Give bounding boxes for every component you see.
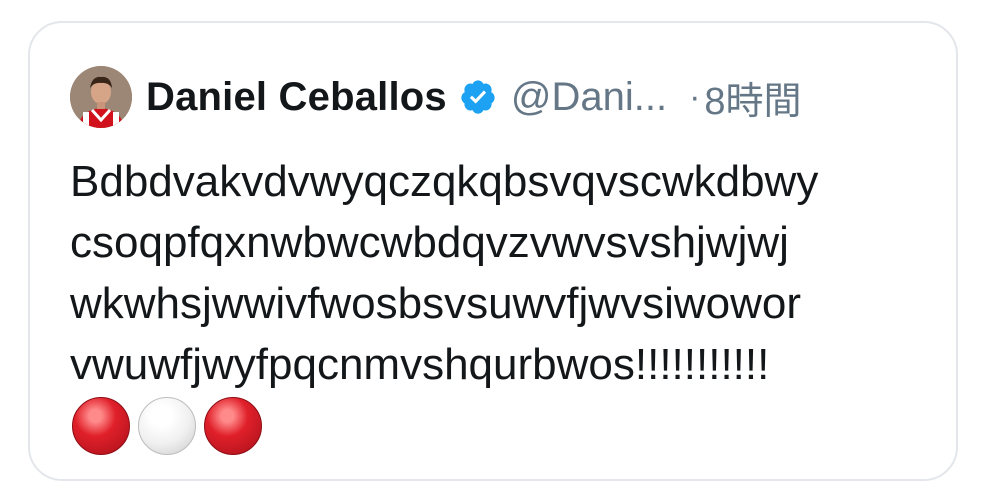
tweet-text: Bdbdvakvdvwyqczqkqbsvqvscwkdbwy csoqpfqx… [70,151,940,395]
red-circle-icon [72,397,130,455]
display-name[interactable]: Daniel Ceballos [146,75,447,120]
timestamp[interactable]: 8時間 [704,70,801,125]
white-circle-icon [138,397,196,455]
emoji-row [72,397,262,455]
tweet-header: Daniel Ceballos @Dani... · 8時間 [70,63,930,131]
user-handle[interactable]: @Dani... [511,75,667,120]
tweet-text-line: Bdbdvakvdvwyqczqkqbsvqvscwkdbwy [70,157,819,206]
tweet-card[interactable]: Daniel Ceballos @Dani... · 8時間 Bdbdvakvd… [28,21,958,481]
avatar[interactable] [70,66,132,128]
verified-badge-icon [461,80,495,114]
tweet-text-line: csoqpfqxnwbwcwbdqvzvwvsvshjwjwj [70,218,789,267]
tweet-text-line: vwuwfjwyfpqcnmvshqurbwos!!!!!!!!!!! [70,340,770,389]
red-circle-icon [204,397,262,455]
separator-dot: · [689,77,701,116]
tweet-text-line: wkwhsjwwivfwosbsvsuwvfjwvsiwowor [70,279,802,328]
